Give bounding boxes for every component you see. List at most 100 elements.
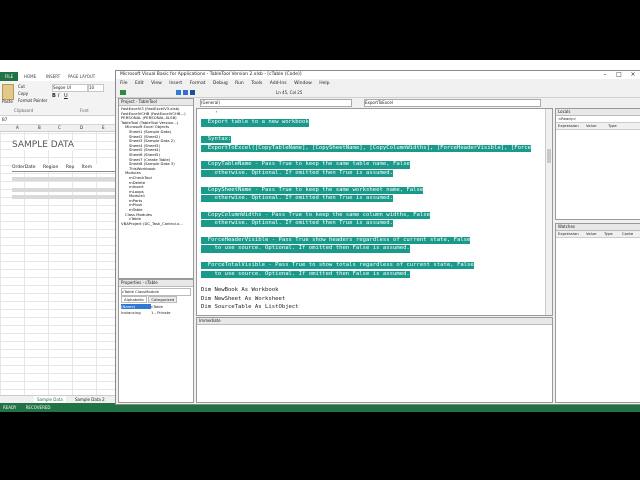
font-size-select[interactable]: 10 <box>88 84 104 92</box>
code-line[interactable]: CopySheetName - Pass True to keep the sa… <box>201 186 424 194</box>
name-box[interactable]: B7 <box>2 116 7 124</box>
minimize-icon[interactable]: – <box>598 71 612 79</box>
font-group-label: Font <box>80 108 89 113</box>
table-row[interactable] <box>12 177 116 181</box>
code-line[interactable]: otherwise. Optional. If omitted then Tru… <box>201 220 393 228</box>
code-line[interactable]: Dim NewSheet As Worksheet <box>201 296 285 303</box>
code-line[interactable]: ForceHeaderVisible - Pass True show head… <box>201 237 471 245</box>
property-value[interactable]: 1 - Private <box>151 310 170 315</box>
code-editor[interactable]: ' Export table to a new workbook Syntax:… <box>196 108 553 316</box>
property-row[interactable]: (Name) cTable <box>121 304 191 309</box>
procedure-dropdown[interactable]: ExportToExcel <box>364 99 541 107</box>
code-line[interactable]: CopyTableName - Pass True to keep the sa… <box>201 161 410 169</box>
code-line[interactable]: otherwise. Optional. If omitted then Tru… <box>201 169 393 177</box>
sheet-title: SAMPLE DATA <box>12 140 74 150</box>
code-line[interactable]: Dim NewBook As Workbook <box>201 287 278 294</box>
format-painter-button[interactable]: Format Painter <box>18 98 47 103</box>
vba-title-bar: Microsoft Visual Basic for Applications … <box>116 71 640 79</box>
column-header[interactable]: E <box>102 125 105 130</box>
locals-window: Locals <Ready> Expression Value Type <box>555 108 640 220</box>
table-row[interactable] <box>12 188 116 192</box>
desktop-screen: FILE HOME INSERT PAGE LAYOUT Paste Cut C… <box>0 60 640 412</box>
table-header-orderdate[interactable]: OrderDate <box>12 165 36 170</box>
property-row[interactable]: Instancing 1 - Private <box>121 310 191 315</box>
column-header[interactable]: C <box>58 125 61 130</box>
column-headers: A B C D E <box>0 125 118 132</box>
tab-alphabetic[interactable]: Alphabetic <box>121 296 148 303</box>
project-tree-item[interactable]: VBAProject (DC_Task_Control.x... <box>121 222 191 227</box>
excel-icon[interactable] <box>120 90 126 95</box>
tab-insert[interactable]: INSERT <box>46 72 60 81</box>
menu-help[interactable]: Help <box>319 81 329 86</box>
code-dropdowns: (General) ExportToExcel <box>196 98 553 107</box>
properties-object-select[interactable]: cTable ClassModule <box>121 288 191 296</box>
column-header[interactable]: B <box>38 125 41 130</box>
code-line[interactable]: to use source. Optional. If omitted then… <box>201 270 410 278</box>
watches-header-type[interactable]: Type <box>604 231 622 237</box>
close-icon[interactable]: × <box>626 71 640 79</box>
tab-page-layout[interactable]: PAGE LAYOUT <box>68 72 95 81</box>
maximize-icon[interactable]: □ <box>612 71 626 79</box>
copy-button[interactable]: Copy <box>18 91 28 96</box>
code-scrollbar[interactable] <box>545 109 552 315</box>
table-header-item[interactable]: Item <box>82 165 92 170</box>
reset-icon[interactable] <box>190 90 195 95</box>
tab-categorized[interactable]: Categorized <box>148 296 178 303</box>
menu-edit[interactable]: Edit <box>135 81 144 86</box>
watches-header-context[interactable]: Conte <box>622 231 633 236</box>
code-line[interactable]: ForceTotalVisible - Pass True to show to… <box>201 262 474 270</box>
run-icon[interactable] <box>176 90 181 95</box>
code-line[interactable]: to use source. Optional. If omitted then… <box>201 245 410 253</box>
table-header-region[interactable]: Region <box>43 165 58 170</box>
project-explorer: Project - TableTool FastExcelV3 (FastExc… <box>118 98 194 279</box>
menu-window[interactable]: Window <box>294 81 312 86</box>
menu-add-ins[interactable]: Add-Ins <box>270 81 287 86</box>
clipboard-group-label: Clipboard <box>14 108 34 113</box>
code-line[interactable]: otherwise. Optional. If omitted then Tru… <box>201 195 393 203</box>
property-name: (Name) <box>121 304 151 309</box>
locals-header-expression[interactable]: Expression <box>556 123 586 129</box>
menu-tools[interactable]: Tools <box>251 81 262 86</box>
locals-header-value[interactable]: Value <box>586 123 608 129</box>
watches-window: Watches Expression Value Type Conte <box>555 223 640 403</box>
watches-header-value[interactable]: Value <box>586 231 604 237</box>
vba-title: Microsoft Visual Basic for Applications … <box>120 72 302 77</box>
menu-run[interactable]: Run <box>235 81 244 86</box>
code-line[interactable]: ' <box>201 111 217 118</box>
code-line[interactable]: Export table to a new workbook <box>201 119 309 127</box>
code-line[interactable]: Dim SourceTable As ListObject <box>201 304 299 311</box>
italic-button[interactable]: I <box>58 93 59 99</box>
watches-header-expression[interactable]: Expression <box>556 231 586 237</box>
file-tab[interactable]: FILE <box>0 72 18 81</box>
watches-title: Watches <box>556 224 640 231</box>
project-tree: FastExcelV3 (FastExcelV3.xlsb) FastExcelV… <box>119 106 193 227</box>
object-dropdown[interactable]: (General) <box>200 99 352 107</box>
locals-status: <Ready> <box>556 116 640 123</box>
menu-insert[interactable]: Insert <box>169 81 182 86</box>
immediate-title: Immediate <box>197 318 552 325</box>
code-line[interactable]: ExportToExcel([CopyTableName], [CopyShee… <box>201 144 532 152</box>
code-line[interactable]: Syntax: <box>201 136 232 144</box>
paste-label: Paste <box>2 99 13 104</box>
underline-button[interactable]: U <box>64 93 68 99</box>
menu-file[interactable]: File <box>120 81 128 86</box>
menu-format[interactable]: Format <box>190 81 206 86</box>
column-header[interactable]: D <box>80 125 83 130</box>
vba-menu-bar: File Edit View Insert Format Debug Run T… <box>116 80 640 87</box>
locals-header-type[interactable]: Type <box>608 123 617 128</box>
immediate-window[interactable]: Immediate <box>196 317 553 403</box>
font-name-select[interactable]: Segoe UI <box>52 84 88 92</box>
bold-button[interactable]: B <box>52 93 56 99</box>
table-row[interactable] <box>12 195 116 199</box>
scrollbar-thumb[interactable] <box>547 149 551 163</box>
column-header[interactable]: A <box>16 125 19 130</box>
menu-view[interactable]: View <box>151 81 162 86</box>
menu-debug[interactable]: Debug <box>213 81 228 86</box>
code-line[interactable]: CopyColumnWidths - Pass True to keep the… <box>201 211 431 219</box>
property-value[interactable]: cTable <box>151 304 163 309</box>
paste-icon[interactable] <box>2 84 14 100</box>
tab-home[interactable]: HOME <box>24 72 36 81</box>
break-icon[interactable] <box>183 90 188 95</box>
cut-button[interactable]: Cut <box>18 84 25 89</box>
table-header-rep[interactable]: Rep <box>66 165 75 170</box>
